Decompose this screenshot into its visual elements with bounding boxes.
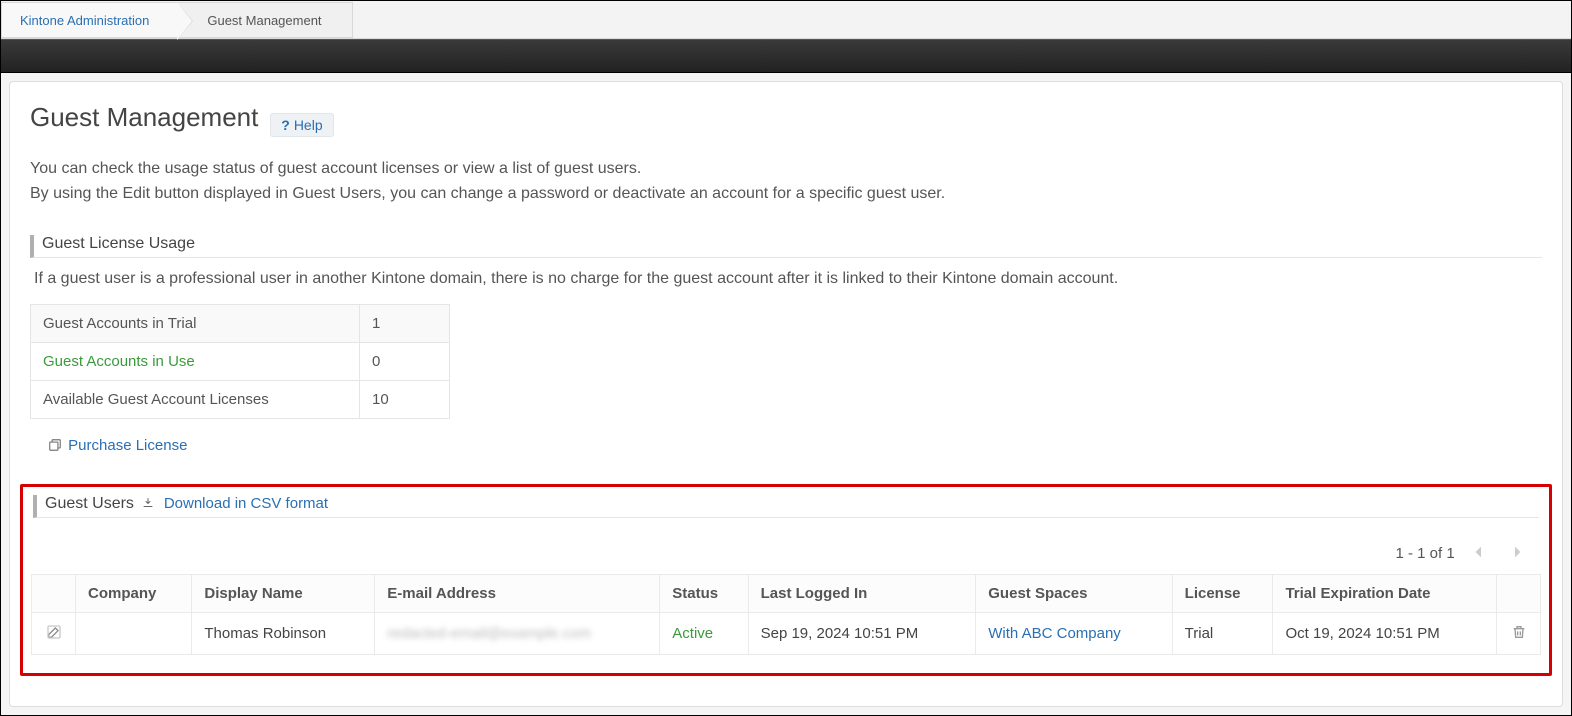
lead-line-1: You can check the usage status of guest … xyxy=(30,157,1542,182)
cell-guest-spaces: With ABC Company xyxy=(976,612,1172,654)
section-heading-users-label: Guest Users xyxy=(45,495,134,512)
usage-value-available: 10 xyxy=(360,380,450,418)
breadcrumb-link-admin[interactable]: Kintone Administration xyxy=(20,13,149,28)
help-button[interactable]: ? Help xyxy=(270,113,333,137)
download-csv-link[interactable]: Download in CSV format xyxy=(164,495,328,512)
usage-label-trial: Guest Accounts in Trial xyxy=(31,304,360,342)
usage-value-in-use: 0 xyxy=(360,342,450,380)
table-header-row: Company Display Name E-mail Address Stat… xyxy=(32,574,1541,612)
usage-row-in-use: Guest Accounts in Use 0 xyxy=(31,342,450,380)
breadcrumb-item-admin[interactable]: Kintone Administration xyxy=(1,2,177,38)
col-company: Company xyxy=(76,574,192,612)
usage-label-in-use: Guest Accounts in Use xyxy=(31,342,360,380)
section-heading-usage-label: Guest License Usage xyxy=(42,235,195,252)
toolbar-dark xyxy=(1,39,1571,73)
purchase-license-link[interactable]: Purchase License xyxy=(68,437,187,454)
col-license: License xyxy=(1172,574,1273,612)
download-icon xyxy=(142,495,158,512)
edit-button[interactable] xyxy=(45,623,63,641)
guest-space-link[interactable]: With ABC Company xyxy=(988,625,1121,642)
breadcrumb-item-current: Guest Management xyxy=(177,2,352,38)
usage-row-available: Available Guest Account Licenses 10 xyxy=(31,380,450,418)
usage-value-trial: 1 xyxy=(360,304,450,342)
lead-line-2: By using the Edit button displayed in Gu… xyxy=(30,182,1542,207)
guest-users-table: Company Display Name E-mail Address Stat… xyxy=(31,574,1541,655)
cell-company xyxy=(76,612,192,654)
cell-trial-exp: Oct 19, 2024 10:51 PM xyxy=(1273,612,1497,654)
cell-display-name: Thomas Robinson xyxy=(192,612,375,654)
pager-prev-button[interactable] xyxy=(1471,544,1493,564)
main-panel: Guest Management ? Help You can check th… xyxy=(9,81,1563,707)
section-heading-users: Guest Users Download in CSV format xyxy=(33,495,1539,518)
col-trial-exp: Trial Expiration Date xyxy=(1273,574,1497,612)
cell-email: redacted-email@example.com xyxy=(375,612,660,654)
col-delete xyxy=(1497,574,1541,612)
cell-license: Trial xyxy=(1172,612,1273,654)
section-heading-usage: Guest License Usage xyxy=(30,235,1542,258)
col-status: Status xyxy=(660,574,748,612)
pager: 1 - 1 of 1 xyxy=(31,530,1541,574)
usage-table: Guest Accounts in Trial 1 Guest Accounts… xyxy=(30,304,450,419)
page-description: You can check the usage status of guest … xyxy=(30,157,1542,207)
help-label: Help xyxy=(294,117,323,133)
purchase-license-row: Purchase License xyxy=(48,437,1542,454)
pager-next-button[interactable] xyxy=(1509,544,1531,564)
help-icon: ? xyxy=(281,117,290,133)
external-link-icon xyxy=(48,437,66,454)
usage-note: If a guest user is a professional user i… xyxy=(34,270,1542,288)
cell-last-login: Sep 19, 2024 10:51 PM xyxy=(748,612,976,654)
col-guest-spaces: Guest Spaces xyxy=(976,574,1172,612)
col-display-name: Display Name xyxy=(192,574,375,612)
breadcrumb: Kintone Administration Guest Management xyxy=(1,1,1571,39)
breadcrumb-current-label: Guest Management xyxy=(207,13,321,28)
page-title: Guest Management xyxy=(30,102,258,133)
col-email: E-mail Address xyxy=(375,574,660,612)
col-edit xyxy=(32,574,76,612)
table-row: Thomas Robinson redacted-email@example.c… xyxy=(32,612,1541,654)
guest-users-highlight-region: Guest Users Download in CSV format 1 - 1… xyxy=(20,484,1552,676)
usage-row-trial: Guest Accounts in Trial 1 xyxy=(31,304,450,342)
delete-button[interactable] xyxy=(1510,623,1528,641)
cell-status: Active xyxy=(660,612,748,654)
usage-label-available: Available Guest Account Licenses xyxy=(31,380,360,418)
pager-text: 1 - 1 of 1 xyxy=(1395,545,1454,562)
col-last-login: Last Logged In xyxy=(748,574,976,612)
